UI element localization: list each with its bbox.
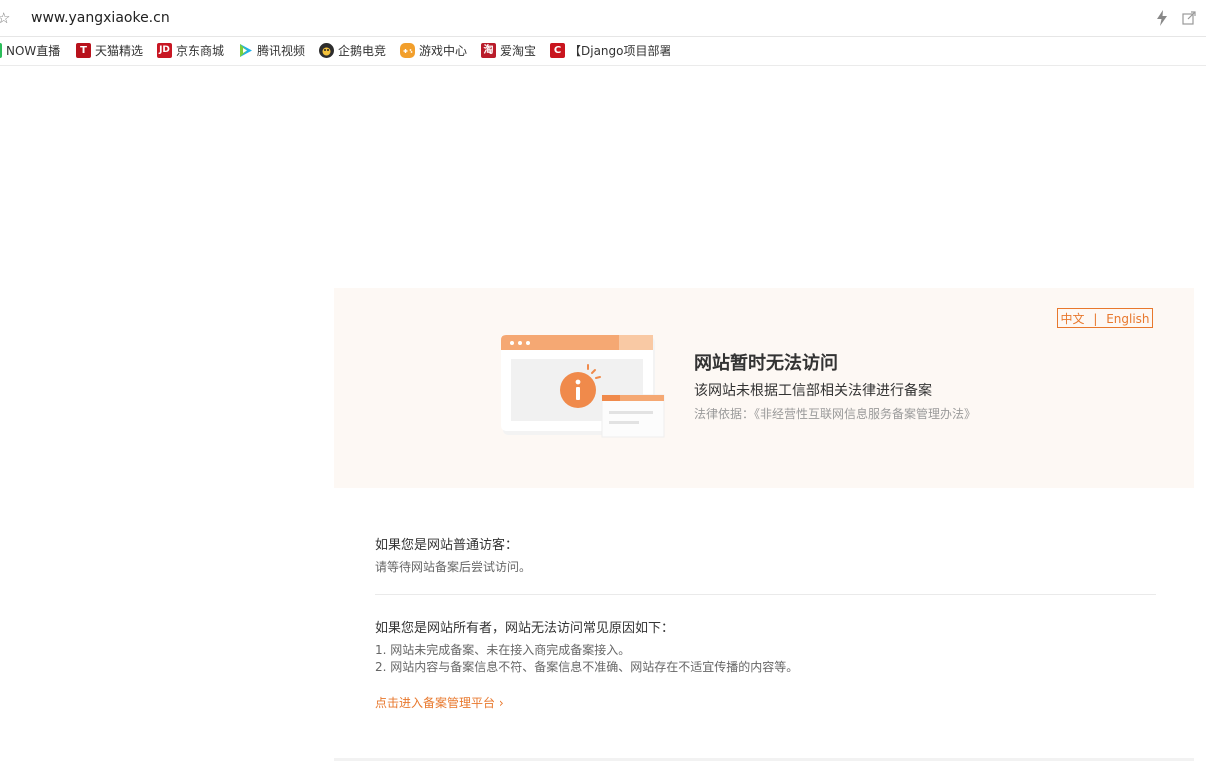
bookmark-tencent-video[interactable]: 腾讯视频 (238, 43, 305, 59)
info-section: 如果您是网站普通访客： 请等待网站备案后尝试访问。 如果您是网站所有者，网站无法… (334, 488, 1194, 761)
visitor-text: 请等待网站备案后尝试访问。 (375, 560, 532, 574)
jd-icon: JD (157, 43, 172, 58)
owner-reason-2: 2. 网站内容与备案信息不符、备案信息不准确、网站存在不适宜传播的内容等。 (375, 660, 799, 674)
game-center-icon (400, 43, 415, 58)
filing-platform-link[interactable]: 点击进入备案管理平台 › (375, 694, 504, 711)
language-switch: 中文 | English (1057, 308, 1153, 328)
ai-taobao-icon: 淘 (481, 43, 496, 58)
bookmark-now-live[interactable]: NOW直播 (0, 43, 60, 59)
bookmark-star-icon[interactable]: ☆ (0, 9, 10, 27)
penguin-esports-icon (319, 43, 334, 58)
lang-zh-button[interactable]: 中文 (1060, 312, 1084, 326)
bookmark-django[interactable]: C 【Django项目部署 (550, 43, 670, 59)
csdn-icon: C (550, 43, 565, 58)
tmall-icon: T (76, 43, 91, 58)
visitor-heading: 如果您是网站普通访客： (375, 538, 519, 553)
owner-reason-1: 1. 网站未完成备案、未在接入商完成备案接入。 (375, 643, 631, 657)
bookmark-jd[interactable]: JD 京东商城 (157, 43, 224, 59)
bookmark-game-center[interactable]: 游戏中心 (400, 43, 467, 59)
bookmark-tmall[interactable]: T 天猫精选 (76, 43, 143, 59)
notice-title: 网站暂时无法访问 (694, 353, 838, 374)
notice-subtitle: 该网站未根据工信部相关法律进行备案 (694, 383, 932, 399)
section-divider (375, 594, 1156, 595)
bookmark-ai-taobao[interactable]: 淘爱淘宝 (481, 43, 536, 59)
info-window-illustration (501, 335, 665, 438)
lightning-icon[interactable] (1155, 10, 1169, 26)
notice-banner: 中文 | English 网站暂时无法访问 该网站未根据工信部相关法律进行备案 … (334, 288, 1194, 488)
share-icon[interactable] (1182, 11, 1196, 25)
url-text[interactable]: www.yangxiaoke.cn (31, 9, 170, 27)
bookmark-penguin-esports[interactable]: 企鹅电竞 (319, 43, 386, 59)
address-bar[interactable]: ☆ www.yangxiaoke.cn (0, 0, 1206, 37)
lang-en-button[interactable]: English (1106, 312, 1149, 326)
now-live-icon (0, 43, 2, 58)
legal-basis: 法律依据：《非经营性互联网信息服务备案管理办法》 (694, 407, 977, 421)
bookmarks-bar: NOW直播 T 天猫精选 JD 京东商城 腾讯视频 企鹅电竞 游戏中心 淘爱淘宝 C… (0, 37, 1206, 66)
owner-heading: 如果您是网站所有者，网站无法访问常见原因如下： (375, 621, 675, 636)
tencent-video-icon (238, 43, 253, 58)
lang-separator: | (1093, 312, 1098, 326)
